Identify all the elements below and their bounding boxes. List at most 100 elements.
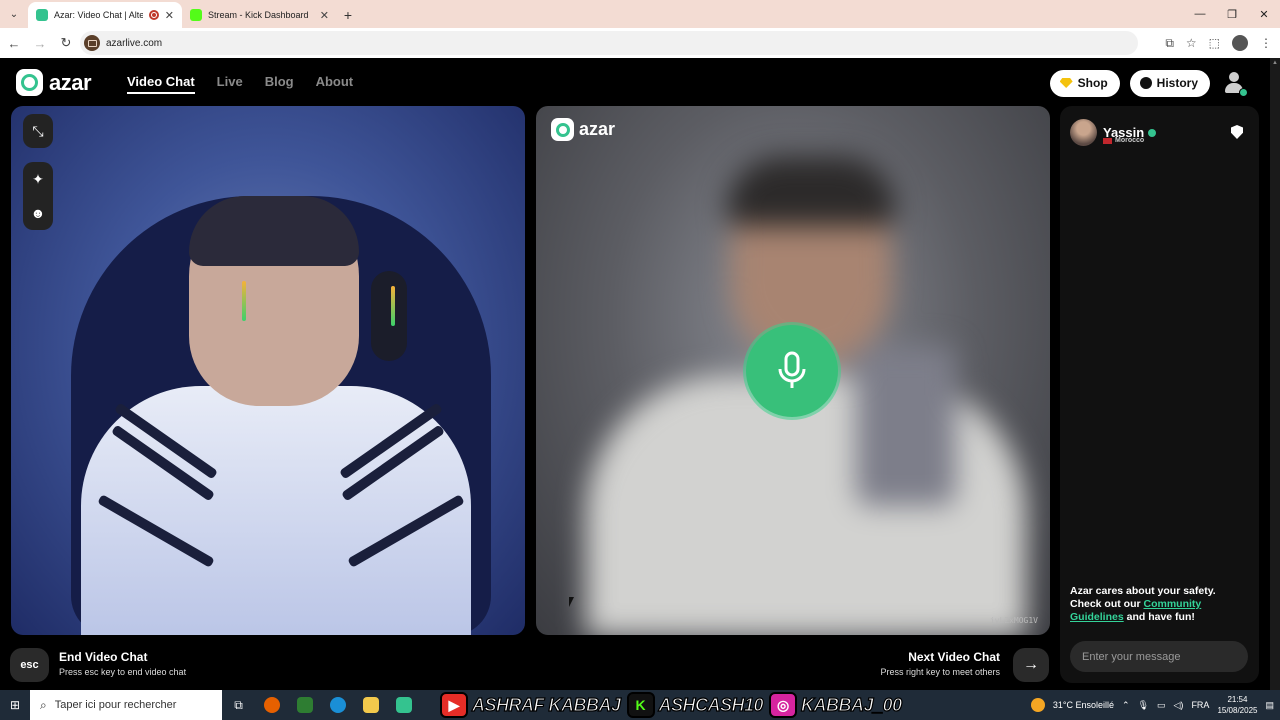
history-button[interactable]: History [1129,69,1210,97]
tab-title: Azar: Video Chat | Alternati [54,10,143,20]
file-explorer-icon[interactable] [354,690,387,720]
youtube-icon: ▶ [440,692,468,718]
restore-icon[interactable]: ❐ [1216,0,1248,28]
remote-video: azar ivLZxMOG1V [536,106,1050,635]
local-video: ⤡ ✦ ☻ [11,106,525,635]
windows-start-icon[interactable]: ⊞ [0,690,30,720]
azar-logo-icon [551,118,574,141]
toolbar-actions: ⧉ ☆ ⬚ ⋮ [1165,31,1272,55]
header-actions: Shop History [1049,69,1248,97]
face-filter-icon[interactable]: ☻ [23,196,53,230]
weather-text[interactable]: 31°C Ensoleillé [1053,700,1114,710]
video-tools: ⤡ ✦ ☻ [23,114,53,230]
chat-panel: Yassin Morocco Azar cares about your saf… [1060,106,1259,683]
azar-watermark-logo: azar [551,118,615,141]
next-chat-button[interactable]: → [1013,648,1049,682]
reload-icon[interactable]: ↻ [54,31,78,55]
message-input[interactable]: Enter your message [1070,641,1248,672]
azar-app-icon[interactable] [387,690,420,720]
microphone-icon[interactable] [746,325,838,417]
weather-sun-icon [1030,698,1045,712]
next-chat-title: Next Video Chat [908,650,1000,664]
bookmark-star-icon[interactable]: ☆ [1186,36,1197,50]
nav-live[interactable]: Live [217,74,243,94]
new-tab-button[interactable]: + [337,2,359,28]
report-shield-icon[interactable] [1231,125,1243,139]
peer-country: Morocco [1103,137,1144,144]
minimize-icon[interactable]: — [1184,0,1216,28]
tray-chevron-icon[interactable]: ⌃ [1122,700,1130,711]
task-view-icon[interactable]: ⧉ [222,690,255,720]
back-icon[interactable]: ← [2,31,26,55]
address-bar[interactable]: azarlive.com [80,31,1138,55]
instagram-handle: ◎ KABBAJ_00 [769,692,903,718]
clock-date: 15/08/2025 [1217,706,1258,715]
azar-logo-icon [16,69,43,96]
end-chat-button[interactable]: esc [10,648,49,682]
firefox-icon[interactable] [255,690,288,720]
page-scrollbar[interactable]: ▲ [1270,58,1280,690]
user-profile-icon[interactable] [1220,69,1248,97]
clock-time: 21:54 [1227,695,1248,704]
stream-overlay-socials: ▶ ASHRAF KABBAJ K ASHCASH10 ◎ KABBAJ_00 [440,690,903,720]
media-player-icon[interactable] [288,690,321,720]
azar-app: azar Video Chat Live Blog About Shop His… [0,58,1270,690]
url-text: azarlive.com [106,37,163,49]
kick-handle: K ASHCASH10 [626,692,764,718]
youtube-handle: ▶ ASHRAF KABBAJ [440,692,622,718]
effects-sparkle-icon[interactable]: ✦ [23,162,53,196]
window-controls: — ❐ ✕ [1184,0,1280,28]
language-indicator[interactable]: FRA [1191,700,1209,710]
instagram-icon: ◎ [769,692,798,718]
site-info-icon[interactable] [84,35,100,51]
edge-icon[interactable] [321,690,354,720]
kick-favicon-icon [190,9,202,21]
azar-logo[interactable]: azar [16,69,92,96]
history-label: History [1156,76,1198,90]
instagram-handle-text: KABBAJ_00 [800,694,902,715]
peer-country-label: Morocco [1115,137,1145,144]
menu-kebab-icon[interactable]: ⋮ [1260,36,1272,50]
safety-line2-pre: Check out our [1070,598,1144,610]
recording-icon [148,10,159,20]
tab-search-icon[interactable]: ⌄ [0,0,28,28]
taskbar-clock[interactable]: 21:54 15/08/2025 [1217,694,1257,716]
end-chat-title: End Video Chat [59,650,148,664]
session-id: ivLZxMOG1V [989,616,1038,625]
network-icon[interactable]: ▭ [1157,700,1166,711]
end-chat-hint: Press esc key to end video chat [59,667,187,677]
nav-video-chat[interactable]: Video Chat [127,74,195,94]
cast-icon[interactable]: ⧉ [1165,36,1174,51]
nav-blog[interactable]: Blog [265,74,294,94]
morocco-flag-icon [1103,137,1112,144]
search-placeholder: Taper ici pour rechercher [54,699,177,711]
main-nav: Video Chat Live Blog About [127,74,353,94]
profile-avatar[interactable] [1232,35,1248,51]
extensions-icon[interactable]: ⬚ [1209,36,1220,50]
next-chat-hint: Press right key to meet others [880,667,1000,677]
tab-azar[interactable]: Azar: Video Chat | Alternati ✕ [28,2,182,28]
close-tab-icon[interactable]: ✕ [165,9,174,22]
shop-button[interactable]: Shop [1049,69,1120,97]
tab-title: Stream - Kick Dashboard [208,10,309,20]
volume-icon[interactable]: ◁) [1174,700,1184,711]
mic-tray-icon[interactable]: 🎙 [1138,700,1149,711]
mouse-cursor [569,597,574,607]
system-tray: 31°C Ensoleillé ⌃ 🎙 ▭ ◁) FRA 21:54 15/08… [1030,690,1280,720]
gem-icon [1059,78,1073,88]
close-tab-icon[interactable]: ✕ [320,9,329,22]
safety-notice: Azar cares about your safety. Check out … [1070,585,1245,624]
swap-view-icon[interactable]: ⤡ [23,114,53,148]
clock-icon [1139,77,1152,89]
nav-about[interactable]: About [316,74,354,94]
peer-avatar[interactable] [1070,119,1097,146]
taskbar-search[interactable]: ⌕ Taper ici pour rechercher [30,690,222,720]
close-window-icon[interactable]: ✕ [1248,0,1280,28]
notifications-icon[interactable]: ▤ [1265,700,1274,711]
forward-icon[interactable]: → [28,31,52,55]
tab-kick[interactable]: Stream - Kick Dashboard ✕ [182,2,337,28]
kick-handle-text: ASHCASH10 [658,694,764,715]
browser-toolbar: ← → ↻ azarlive.com ⧉ ☆ ⬚ ⋮ [0,28,1280,58]
azar-favicon-icon [36,9,48,21]
brand-name: azar [49,69,92,95]
